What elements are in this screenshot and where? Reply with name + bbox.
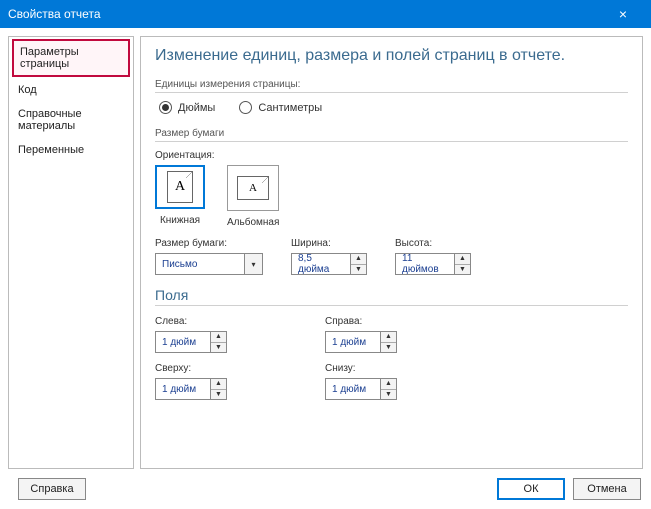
margins-title: Поля [155,287,628,306]
spin-up-icon[interactable]: ▲ [211,379,226,390]
orientation-portrait-box: A [155,165,205,209]
cancel-button[interactable]: Отмена [573,478,641,500]
sidebar-item-variables[interactable]: Переменные [12,139,130,161]
orientation-portrait-label: Книжная [155,215,205,226]
sidebar-item-page-setup[interactable]: Параметры страницы [12,39,130,77]
spin-up-icon[interactable]: ▲ [351,254,366,265]
width-label: Ширина: [291,238,367,249]
height-value: 11 дюймов [396,254,454,274]
spin-down-icon[interactable]: ▼ [351,265,366,275]
margin-bottom-label: Снизу: [325,363,465,374]
radio-inches[interactable]: Дюймы [159,101,215,114]
radio-icon [159,101,172,114]
footer: Справка ОК Отмена [0,471,651,507]
units-group-label: Единицы измерения страницы: [155,79,628,93]
spin-down-icon[interactable]: ▼ [381,343,396,353]
margin-right-value: 1 дюйм [326,332,380,352]
margin-top-label: Сверху: [155,363,295,374]
spin-up-icon[interactable]: ▲ [381,332,396,343]
margin-bottom-value: 1 дюйм [326,379,380,399]
sidebar: Параметры страницы Код Справочные матери… [8,36,134,469]
margin-top-value: 1 дюйм [156,379,210,399]
radio-centimeters-label: Сантиметры [258,102,322,114]
spin-down-icon[interactable]: ▼ [211,390,226,400]
orientation-label: Ориентация: [155,150,628,161]
margin-bottom-spinner[interactable]: 1 дюйм ▲▼ [325,378,397,400]
width-spinner[interactable]: 8,5 дюйма ▲▼ [291,253,367,275]
spin-up-icon[interactable]: ▲ [381,379,396,390]
orientation-landscape-box: A [227,165,279,211]
page-icon: A [237,176,269,200]
margin-left-value: 1 дюйм [156,332,210,352]
radio-icon [239,101,252,114]
spin-up-icon[interactable]: ▲ [455,254,470,265]
spin-down-icon[interactable]: ▼ [381,390,396,400]
ok-button[interactable]: ОК [497,478,565,500]
paper-group-label: Размер бумаги [155,128,628,142]
spin-down-icon[interactable]: ▼ [455,265,470,275]
window-title: Свойства отчета [8,7,603,21]
paper-size-label: Размер бумаги: [155,238,263,249]
orientation-portrait[interactable]: A Книжная [155,165,205,228]
margin-right-spinner[interactable]: 1 дюйм ▲▼ [325,331,397,353]
height-label: Высота: [395,238,471,249]
height-spinner[interactable]: 11 дюймов ▲▼ [395,253,471,275]
orientation-landscape-label: Альбомная [227,217,279,228]
paper-size-value: Письмо [156,259,244,270]
page-heading: Изменение единиц, размера и полей страни… [155,47,628,65]
orientation-landscape[interactable]: A Альбомная [227,165,279,228]
chevron-down-icon[interactable]: ▾ [244,254,262,274]
page-icon: A [167,171,193,203]
titlebar: Свойства отчета × [0,0,651,28]
margin-right-label: Справа: [325,316,465,327]
width-value: 8,5 дюйма [292,254,350,274]
spin-down-icon[interactable]: ▼ [211,343,226,353]
radio-inches-label: Дюймы [178,102,215,114]
sidebar-item-code[interactable]: Код [12,79,130,101]
spin-up-icon[interactable]: ▲ [211,332,226,343]
sidebar-item-references[interactable]: Справочные материалы [12,103,130,137]
close-icon[interactable]: × [603,6,643,22]
radio-centimeters[interactable]: Сантиметры [239,101,322,114]
margin-top-spinner[interactable]: 1 дюйм ▲▼ [155,378,227,400]
help-button[interactable]: Справка [18,478,86,500]
margin-left-label: Слева: [155,316,295,327]
paper-size-combo[interactable]: Письмо ▾ [155,253,263,275]
margin-left-spinner[interactable]: 1 дюйм ▲▼ [155,331,227,353]
main-panel: Изменение единиц, размера и полей страни… [140,36,643,469]
